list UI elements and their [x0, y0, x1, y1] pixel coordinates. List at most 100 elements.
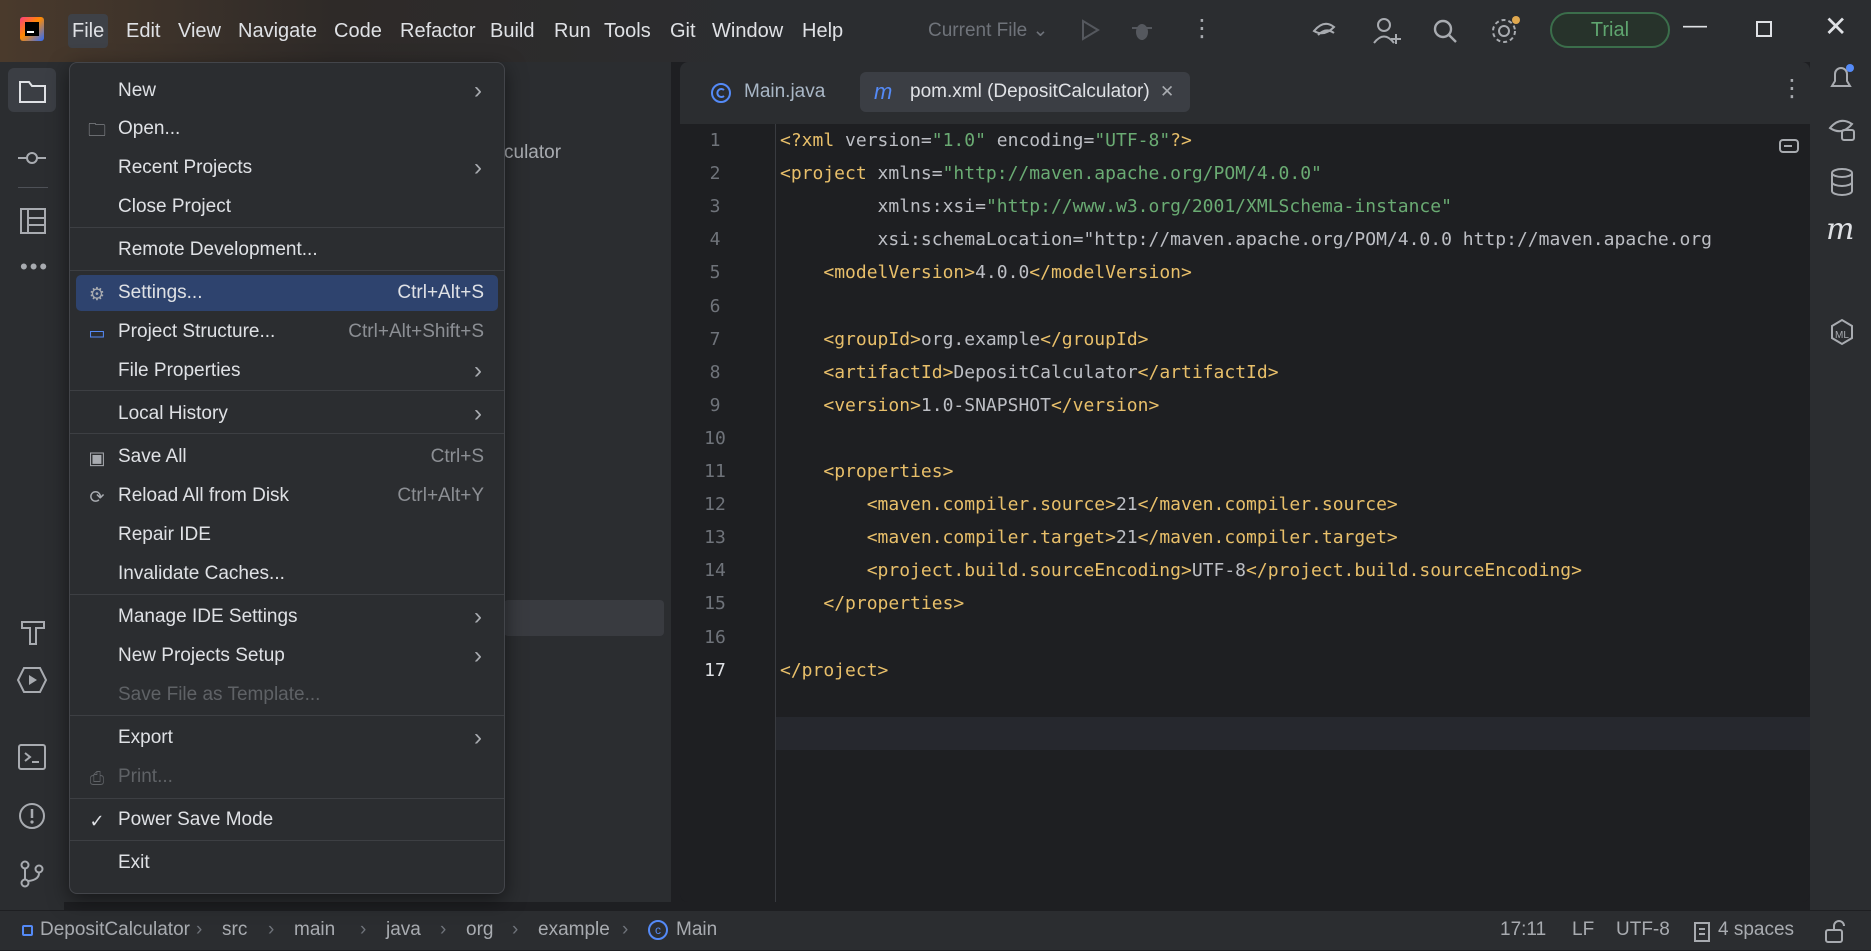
code-editor[interactable]: 1 2 3 4 5 6 7 8 9 10 11 12 13 14 15 16 17 <?xml version="… [680, 124, 1810, 902]
file-menu-item-file-properties[interactable]: File Properties › [76, 353, 498, 389]
tab-pom-xml[interactable]: m pom.xml (DepositCalculator) ✕ [860, 72, 1190, 112]
code-line[interactable]: <project.build.sourceEncoding>UTF-8</pro… [780, 560, 1582, 581]
code-line[interactable]: xmlns:xsi="http://www.w3.org/2001/XMLSch… [780, 196, 1452, 217]
code-line[interactable]: <modelVersion>4.0.0</modelVersion> [780, 262, 1191, 283]
file-menu-item-recent-projects[interactable]: Recent Projects › [76, 150, 498, 186]
file-menu-item-settings[interactable]: ⚙ Settings... Ctrl+Alt+S [76, 275, 498, 311]
file-encoding[interactable]: UTF-8 [1616, 919, 1670, 941]
code-line[interactable]: <groupId>org.example</groupId> [780, 329, 1148, 350]
menu-run[interactable]: Run [554, 18, 591, 46]
java-class-icon: c [648, 920, 668, 940]
problems-icon[interactable] [16, 800, 48, 832]
caret-position[interactable]: 17:11 [1500, 919, 1546, 941]
breadcrumb-item[interactable]: main [294, 919, 335, 941]
file-menu-item-save-all[interactable]: ▣ Save All Ctrl+S [76, 439, 498, 475]
services-run-icon[interactable] [16, 664, 48, 696]
file-menu-item-project-structure[interactable]: ▭ Project Structure... Ctrl+Alt+Shift+S [76, 314, 498, 350]
run-config-selector[interactable]: Current File ⌄ [928, 19, 1048, 42]
run-icon[interactable] [1080, 19, 1100, 41]
menu-code[interactable]: Code [334, 18, 382, 46]
menu-item-label: Manage IDE Settings [118, 606, 298, 627]
code-line[interactable]: <?xml version="1.0" encoding="UTF-8"?> [780, 130, 1192, 151]
code-line[interactable]: <maven.compiler.target>21</maven.compile… [780, 527, 1398, 548]
build-hammer-icon[interactable] [18, 616, 48, 646]
file-menu-item-reload-all-from-disk[interactable]: ⟳ Reload All from Disk Ctrl+Alt+Y [76, 478, 498, 514]
file-menu-item-open[interactable]: 🗀 Open... [76, 111, 498, 147]
tab-options-icon[interactable]: ⋮ [1780, 74, 1804, 103]
add-user-icon[interactable] [1372, 16, 1402, 46]
file-menu-item-new-projects-setup[interactable]: New Projects Setup › [76, 638, 498, 674]
line-ending[interactable]: LF [1572, 919, 1594, 941]
close-window-icon[interactable]: ✕ [1824, 10, 1847, 43]
code-line[interactable]: <version>1.0-SNAPSHOT</version> [780, 395, 1159, 416]
close-tab-icon[interactable]: ✕ [1160, 72, 1174, 112]
menu-help[interactable]: Help [802, 18, 843, 46]
menu-tools[interactable]: Tools [604, 18, 651, 46]
code-line[interactable]: <project xmlns="http://maven.apache.org/… [780, 163, 1322, 184]
debug-icon[interactable] [1130, 18, 1154, 42]
structure-icon[interactable] [18, 206, 48, 236]
file-menu-item-new[interactable]: New › [76, 73, 498, 109]
minimize-window-icon[interactable]: — [1683, 12, 1707, 40]
code-line[interactable]: </properties> [780, 593, 964, 614]
ml-icon[interactable]: ML [1828, 316, 1856, 346]
settings-gear-icon[interactable] [1490, 15, 1522, 45]
menu-build[interactable]: Build [490, 18, 534, 46]
menu-git[interactable]: Git [670, 18, 696, 46]
tab-main-java[interactable]: Main.java [694, 72, 844, 112]
breadcrumb-item[interactable]: java [386, 919, 421, 941]
code-line[interactable]: <properties> [780, 461, 953, 482]
maximize-window-icon[interactable] [1756, 21, 1772, 37]
ai-assistant-icon[interactable] [1310, 17, 1338, 43]
file-menu-item-close-project[interactable]: Close Project [76, 189, 498, 225]
file-menu-item-exit[interactable]: Exit [76, 845, 498, 881]
file-menu-item-invalidate-caches[interactable]: Invalidate Caches... [76, 556, 498, 592]
more-actions-icon[interactable]: ⋮ [1190, 14, 1214, 43]
more-tools-icon[interactable]: ••• [20, 254, 49, 280]
project-tool-button[interactable] [8, 68, 56, 112]
maven-tool-icon[interactable]: m [1826, 212, 1854, 247]
project-structure-icon: ▭ [88, 323, 106, 343]
breadcrumb-item[interactable]: org [466, 919, 493, 941]
file-menu-item-manage-ide-settings[interactable]: Manage IDE Settings › [76, 599, 498, 635]
menu-view[interactable]: View [178, 18, 221, 46]
menu-separator [70, 433, 504, 434]
git-branch-icon[interactable] [16, 858, 48, 890]
file-menu-item-remote-development[interactable]: Remote Development... [76, 232, 498, 268]
breadcrumb-item[interactable]: example [538, 919, 610, 941]
file-menu-item-power-save-mode[interactable]: ✓ Power Save Mode [76, 802, 498, 838]
code-line[interactable]: </project> [780, 660, 888, 681]
reader-mode-icon[interactable] [1778, 138, 1802, 154]
file-menu-item-repair-ide[interactable]: Repair IDE [76, 517, 498, 553]
code-line[interactable]: <artifactId>DepositCalculator</artifactI… [780, 362, 1278, 383]
breadcrumb-item[interactable]: DepositCalculator [40, 919, 190, 941]
menu-refactor[interactable]: Refactor [400, 18, 476, 46]
line-number: 8 [709, 361, 721, 383]
breadcrumb-item[interactable]: src [222, 919, 247, 941]
project-tree-partial-item[interactable]: culator [504, 142, 561, 164]
menu-navigate[interactable]: Navigate [238, 18, 317, 46]
menu-file[interactable]: File [68, 14, 109, 48]
commit-icon[interactable] [16, 142, 48, 174]
terminal-icon[interactable] [16, 742, 48, 772]
submenu-chevron-right-icon: › [474, 154, 482, 181]
menu-edit[interactable]: Edit [126, 18, 160, 46]
code-line[interactable]: xsi:schemaLocation="http://maven.apache.… [780, 229, 1712, 250]
database-icon[interactable] [1828, 166, 1856, 198]
reload-icon: ⟳ [89, 487, 105, 507]
indent-setting[interactable]: 4 spaces [1718, 919, 1794, 941]
notifications-bell-icon[interactable] [1826, 62, 1856, 94]
breadcrumb-item[interactable]: Main [676, 919, 717, 941]
check-icon: ✓ [89, 811, 105, 831]
ai-chat-icon[interactable] [1826, 114, 1858, 146]
lock-icon[interactable] [1822, 919, 1848, 945]
search-icon[interactable] [1432, 18, 1458, 44]
intellij-logo-icon[interactable] [20, 17, 44, 41]
menu-window[interactable]: Window [712, 18, 783, 46]
file-menu-item-local-history[interactable]: Local History › [76, 396, 498, 432]
code-line[interactable]: <maven.compiler.source>21</maven.compile… [780, 494, 1398, 515]
folder-icon [19, 81, 46, 103]
project-tree-selected-row[interactable] [504, 600, 664, 636]
file-menu-item-export[interactable]: Export › [76, 720, 498, 756]
trial-badge[interactable]: Trial [1550, 12, 1670, 48]
